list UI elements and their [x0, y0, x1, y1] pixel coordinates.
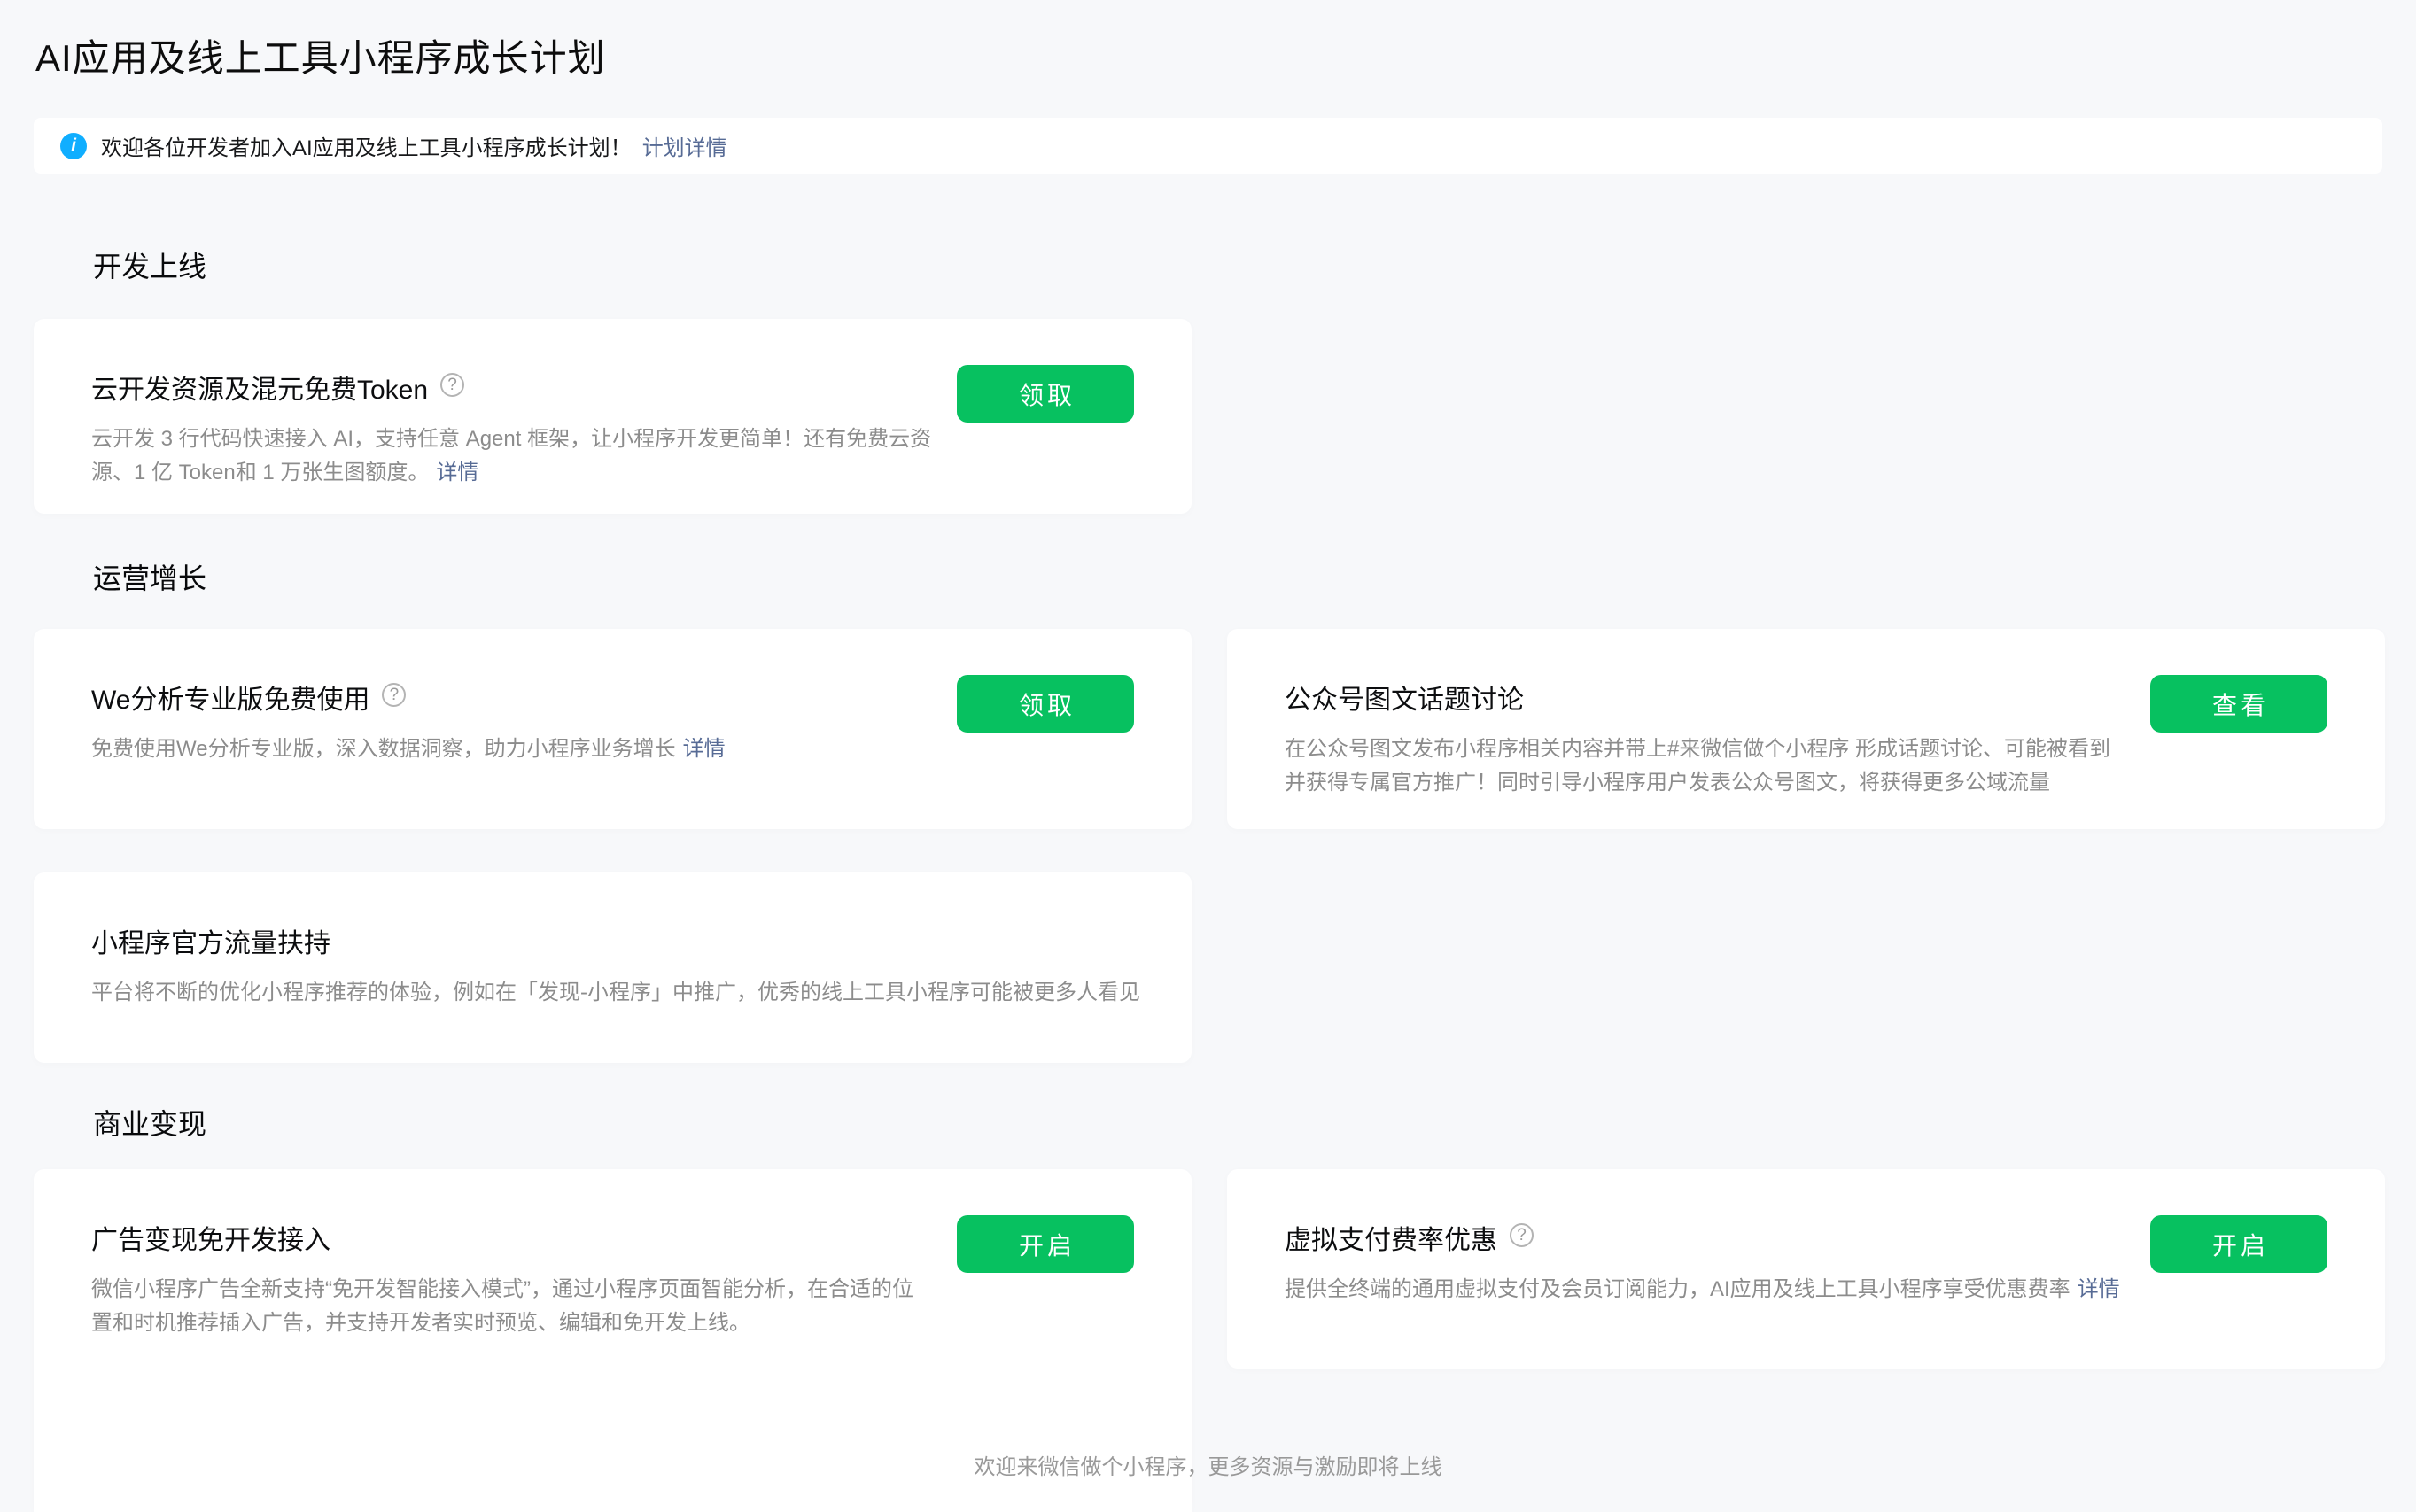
card-title: 公众号图文话题讨论 — [1285, 678, 1524, 717]
card-title: 云开发资源及混元免费Token — [91, 368, 428, 407]
card-description: 在公众号图文发布小程序相关内容并带上#来微信做个小程序 形成话题讨论、可能被看到… — [1285, 733, 2126, 800]
help-icon[interactable]: ? — [1510, 1223, 1534, 1247]
card-description-text: 云开发 3 行代码快速接入 AI，支持任意 Agent 框架，让小程序开发更简单… — [91, 427, 931, 485]
card-we-analytics: We分析专业版免费使用 ? 免费使用We分析专业版，深入数据洞察，助力小程序业务… — [34, 629, 1192, 829]
card-description: 提供全终端的通用虚拟支付及会员订阅能力，AI应用及线上工具小程序享受优惠费率详情 — [1285, 1273, 2188, 1307]
detail-link[interactable]: 详情 — [436, 461, 478, 485]
detail-link[interactable]: 详情 — [683, 737, 726, 761]
enable-button-ad[interactable]: 开启 — [957, 1215, 1134, 1273]
detail-link[interactable]: 详情 — [2078, 1277, 2120, 1301]
card-description: 免费使用We分析专业版，深入数据洞察，助力小程序业务增长详情 — [91, 733, 933, 766]
claim-button-cloud-dev[interactable]: 领取 — [957, 365, 1134, 423]
card-description: 云开发 3 行代码快速接入 AI，支持任意 Agent 框架，让小程序开发更简单… — [91, 423, 933, 490]
help-icon[interactable]: ? — [382, 683, 406, 707]
card-virtual-payment: 虚拟支付费率优惠 ? 提供全终端的通用虚拟支付及会员订阅能力，AI应用及线上工具… — [1227, 1169, 2385, 1369]
banner-text: 欢迎各位开发者加入AI应用及线上工具小程序成长计划！ — [101, 130, 632, 161]
card-description: 微信小程序广告全新支持“免开发智能接入模式”，通过小程序页面智能分析，在合适的位… — [91, 1273, 933, 1340]
card-title: 小程序官方流量扶持 — [91, 921, 330, 960]
card-title-row: 小程序官方流量扶持 — [91, 921, 1134, 960]
card-description-text: 平台将不断的优化小程序推荐的体验，例如在「发现-小程序」中推广，优秀的线上工具小… — [91, 981, 1140, 1004]
card-traffic-support: 小程序官方流量扶持 平台将不断的优化小程序推荐的体验，例如在「发现-小程序」中推… — [34, 872, 1192, 1063]
section-heading-operations: 运营增长 — [93, 556, 206, 597]
card-title: 广告变现免开发接入 — [91, 1218, 330, 1257]
card-description-text: 微信小程序广告全新支持“免开发智能接入模式”，通过小程序页面智能分析，在合适的位… — [91, 1277, 913, 1335]
view-button-topic[interactable]: 查看 — [2150, 675, 2327, 733]
card-description: 平台将不断的优化小程序推荐的体验，例如在「发现-小程序」中推广，优秀的线上工具小… — [91, 976, 1163, 1010]
page-title: AI应用及线上工具小程序成长计划 — [35, 28, 606, 82]
enable-button-vpay[interactable]: 开启 — [2150, 1215, 2327, 1273]
claim-button-we-analytics[interactable]: 领取 — [957, 675, 1134, 733]
card-description-text: 免费使用We分析专业版，深入数据洞察，助力小程序业务增长 — [91, 737, 676, 761]
card-description-text: 提供全终端的通用虚拟支付及会员订阅能力，AI应用及线上工具小程序享受优惠费率 — [1285, 1277, 2070, 1301]
plan-details-link[interactable]: 计划详情 — [642, 130, 727, 161]
footer-note: 欢迎来微信做个小程序，更多资源与激励即将上线 — [0, 1449, 2416, 1480]
card-official-account-topic: 公众号图文话题讨论 在公众号图文发布小程序相关内容并带上#来微信做个小程序 形成… — [1227, 629, 2385, 829]
help-icon[interactable]: ? — [440, 373, 464, 397]
card-cloud-dev-resources: 云开发资源及混元免费Token ? 云开发 3 行代码快速接入 AI，支持任意 … — [34, 319, 1192, 514]
card-description-text: 在公众号图文发布小程序相关内容并带上#来微信做个小程序 形成话题讨论、可能被看到… — [1285, 737, 2110, 795]
welcome-banner: i 欢迎各位开发者加入AI应用及线上工具小程序成长计划！ 计划详情 — [34, 118, 2382, 174]
info-icon: i — [60, 133, 87, 159]
card-title: 虚拟支付费率优惠 — [1285, 1218, 1497, 1257]
card-title: We分析专业版免费使用 — [91, 678, 369, 717]
section-heading-development: 开发上线 — [93, 244, 206, 285]
growth-plan-page: AI应用及线上工具小程序成长计划 i 欢迎各位开发者加入AI应用及线上工具小程序… — [0, 0, 2416, 1512]
section-heading-monetization: 商业变现 — [93, 1102, 206, 1143]
